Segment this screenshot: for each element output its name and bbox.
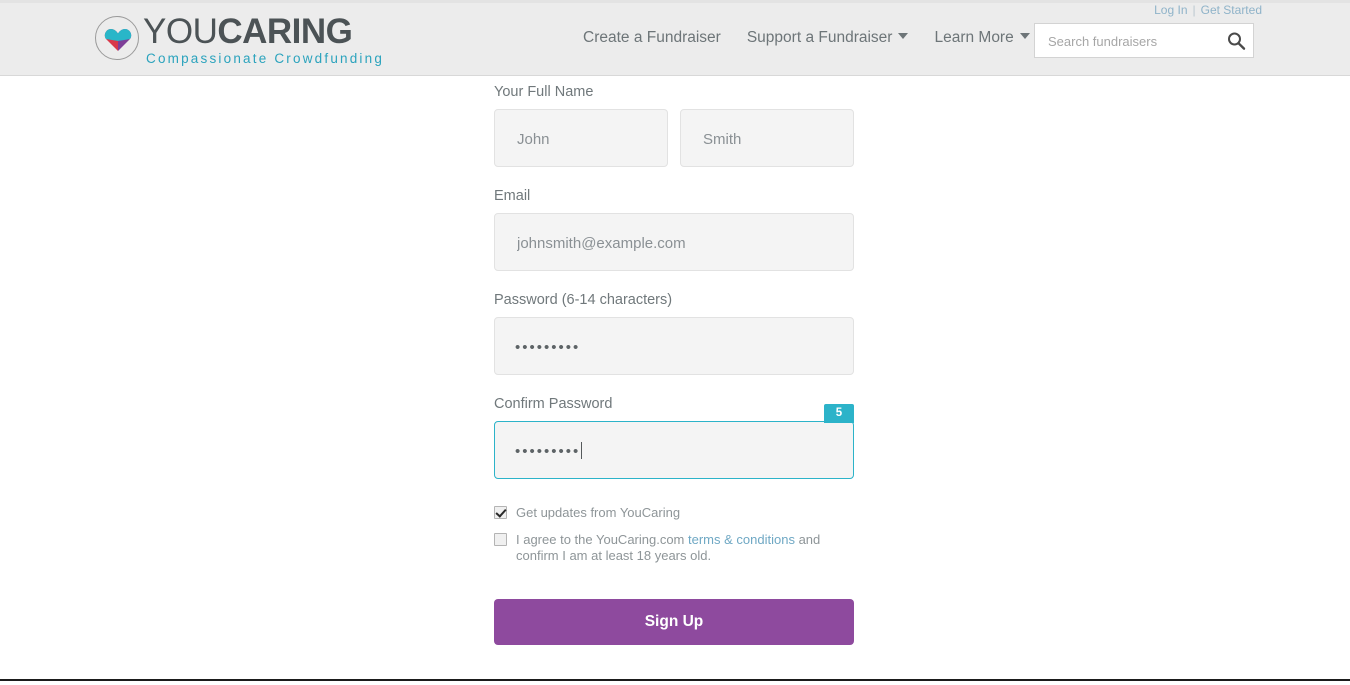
password-counter-badge: 5 [824, 404, 854, 423]
full-name-label: Your Full Name [494, 84, 594, 100]
nav-item-create-a-fundraiser[interactable]: Create a Fundraiser [583, 29, 721, 47]
site-logo[interactable]: YOUCARING Compassionate Crowdfunding [95, 12, 395, 68]
password-field[interactable]: ••••••••• [494, 317, 854, 375]
nav-item-support-a-fundraiser[interactable]: Support a Fundraiser [747, 29, 909, 47]
confirm-password-dots: ••••••••• [515, 443, 581, 460]
text-cursor [581, 442, 583, 459]
updates-checkbox-label: Get updates from YouCaring [516, 505, 681, 520]
logo-word-caring: CARING [217, 12, 353, 51]
password-masked-value: ••••••••• [515, 339, 581, 356]
logo-word-you: YOU [143, 12, 218, 51]
main-navigation: Create a Fundraiser Support a Fundraiser L… [583, 29, 1030, 47]
logo-tagline: Compassionate Crowdfunding [146, 51, 385, 66]
logo-wordmark: YOUCARING [143, 12, 353, 52]
confirm-password-label: Confirm Password [494, 396, 613, 412]
terms-and-conditions-link[interactable]: terms & conditions [688, 532, 795, 547]
terms-label-before-link: I agree to the YouCaring.com [516, 532, 689, 547]
confirm-password-masked-value: ••••••••• [515, 422, 583, 478]
get-started-link[interactable]: Get Started [1201, 3, 1262, 17]
email-label: Email [494, 188, 531, 204]
sign-up-button[interactable]: Sign Up [494, 599, 854, 645]
window-bottom-chrome [0, 679, 1350, 685]
email-group: Email [494, 188, 854, 272]
heart-icon [104, 29, 132, 51]
last-name-field[interactable] [680, 109, 854, 168]
nav-label-create-a-fundraiser: Create a Fundraiser [583, 29, 721, 46]
terms-checkbox[interactable] [494, 533, 507, 546]
email-input[interactable] [515, 214, 843, 272]
password-group: Password (6-14 characters) ••••••••• [494, 292, 854, 375]
chevron-down-icon [1019, 33, 1030, 39]
full-name-row [494, 109, 854, 168]
terms-checkbox-row[interactable]: I agree to the YouCaring.com terms & con… [494, 532, 854, 564]
search-box[interactable] [1034, 23, 1254, 59]
site-header: YOUCARING Compassionate Crowdfunding Log… [0, 0, 1350, 76]
first-name-input[interactable] [515, 110, 657, 168]
confirm-password-group: Confirm Password 5 ••••••••• [494, 396, 854, 479]
nav-item-learn-more[interactable]: Learn More [934, 29, 1030, 47]
updates-checkbox-row[interactable]: Get updates from YouCaring [494, 505, 854, 521]
updates-checkbox[interactable] [494, 506, 507, 519]
search-input[interactable] [1046, 24, 1225, 59]
login-link[interactable]: Log In [1154, 3, 1187, 17]
email-field[interactable] [494, 213, 854, 272]
search-icon[interactable] [1226, 31, 1246, 51]
top-utility-links: Log In | Get Started [1154, 3, 1262, 17]
password-label: Password (6-14 characters) [494, 292, 673, 308]
top-links-divider: | [1192, 3, 1196, 17]
confirm-password-field[interactable]: 5 ••••••••• [494, 404, 854, 479]
chevron-down-icon [898, 33, 909, 39]
nav-label-learn-more: Learn More [934, 29, 1014, 46]
first-name-field[interactable] [494, 109, 668, 168]
header-top-strip [0, 0, 1350, 3]
last-name-input[interactable] [701, 110, 843, 168]
consent-checkbox-area: Get updates from YouCaring I agree to th… [494, 505, 854, 564]
nav-label-support-a-fundraiser: Support a Fundraiser [746, 29, 893, 46]
heart-in-circle-icon [95, 16, 139, 60]
signup-form: Your Full Name Email Password (6-14 char… [494, 84, 854, 645]
